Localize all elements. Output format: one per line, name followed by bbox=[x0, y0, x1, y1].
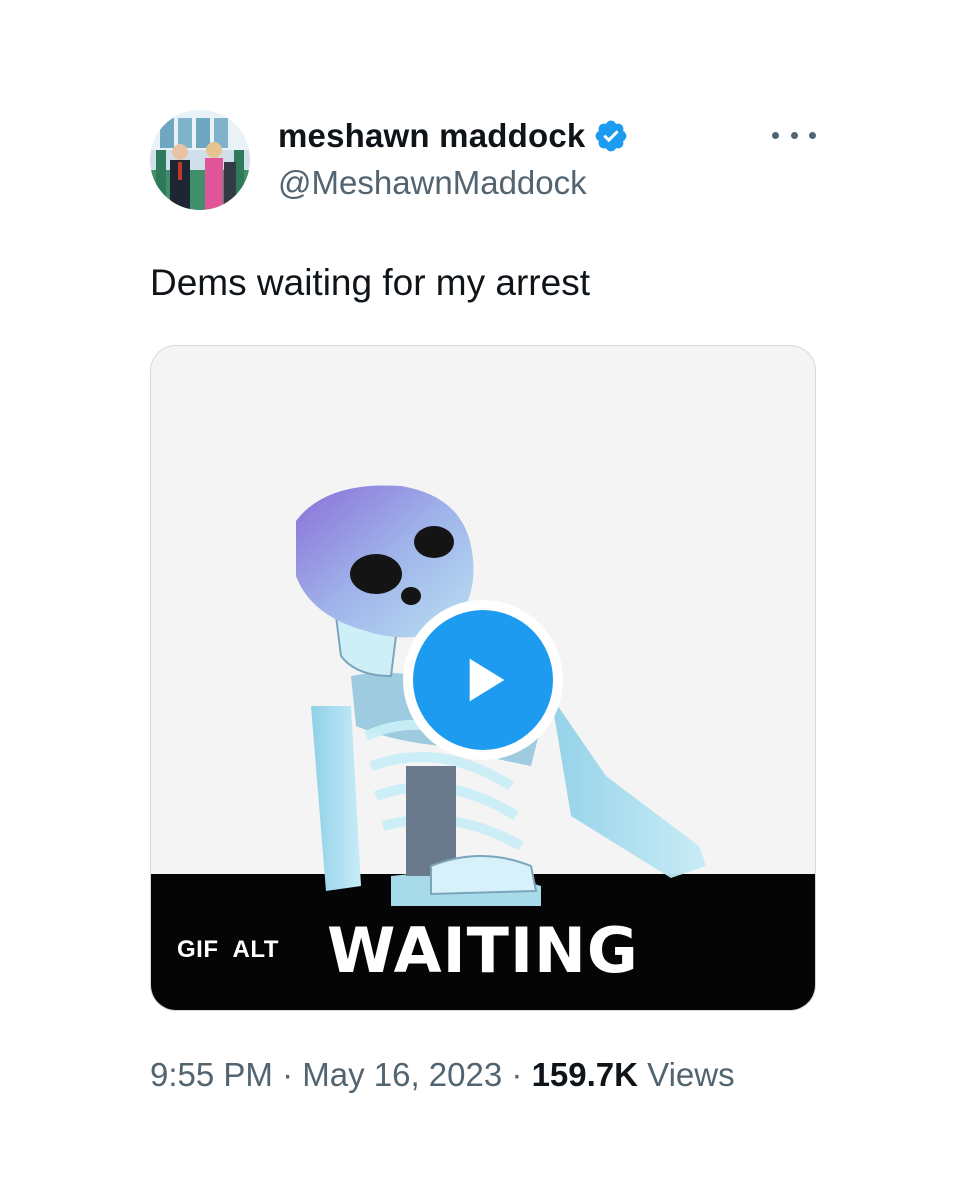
ellipsis-icon bbox=[790, 131, 798, 139]
play-button-circle bbox=[413, 610, 553, 750]
avatar[interactable] bbox=[150, 110, 250, 210]
tweet-meta: 9:55 PM · May 16, 2023 · 159.7K Views bbox=[150, 1056, 735, 1094]
separator: · bbox=[282, 1056, 294, 1093]
gif-badge: GIF bbox=[177, 936, 219, 963]
gif-caption: WAITING bbox=[327, 914, 639, 987]
play-button[interactable] bbox=[403, 600, 563, 760]
views-count: 159.7K bbox=[531, 1056, 638, 1093]
separator: · bbox=[511, 1056, 523, 1093]
play-icon bbox=[469, 658, 505, 702]
user-handle[interactable]: @MeshawnMaddock bbox=[278, 164, 587, 202]
name-row: meshawn maddock bbox=[278, 112, 629, 160]
more-options-button[interactable] bbox=[772, 120, 816, 150]
views-label: Views bbox=[647, 1056, 735, 1093]
tweet-text: Dems waiting for my arrest bbox=[150, 262, 590, 303]
media-badges: GIF ALT bbox=[177, 936, 279, 964]
tweet-card: meshawn maddock @MeshawnMaddock Dems wai… bbox=[0, 0, 960, 1200]
tweet-date[interactable]: May 16, 2023 bbox=[302, 1056, 502, 1093]
profile-avatar-image bbox=[150, 110, 250, 210]
display-name[interactable]: meshawn maddock bbox=[278, 117, 585, 155]
alt-badge[interactable]: ALT bbox=[233, 936, 279, 964]
ellipsis-icon bbox=[772, 131, 779, 139]
verified-badge-icon bbox=[596, 120, 627, 152]
ellipsis-icon bbox=[809, 131, 816, 139]
media-gif[interactable]: GIF ALT WAITING bbox=[150, 345, 816, 1011]
tweet-time[interactable]: 9:55 PM bbox=[150, 1056, 273, 1093]
